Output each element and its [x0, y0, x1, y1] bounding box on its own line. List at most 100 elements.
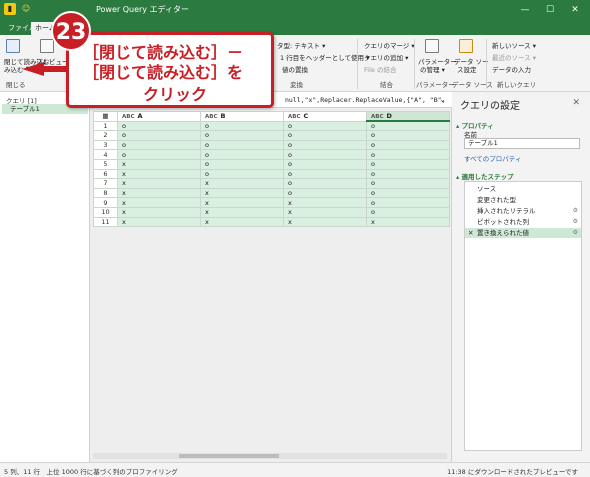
grid-cell[interactable]: o	[283, 158, 367, 170]
data-source-settings-icon[interactable]	[459, 39, 473, 53]
combine-files[interactable]: File の結合	[364, 64, 396, 74]
grid-cell[interactable]: o	[200, 139, 284, 151]
grid-cell[interactable]: o	[283, 187, 367, 199]
gear-icon[interactable]: ⚙	[573, 206, 578, 216]
query-name-input[interactable]: テーブル1	[464, 138, 580, 149]
grid-cell[interactable]: o	[117, 130, 201, 141]
grid-cell[interactable]: x	[117, 197, 201, 208]
grid-cell[interactable]: o	[200, 149, 284, 160]
grid-cell[interactable]: o	[366, 168, 450, 180]
grid-cell[interactable]: o	[366, 149, 450, 160]
close-and-load-icon[interactable]	[6, 39, 20, 53]
grid-cell[interactable]: o	[366, 130, 450, 141]
grid-cell[interactable]: o	[200, 120, 284, 132]
scrollbar-thumb[interactable]	[179, 454, 279, 458]
manage-parameters-icon[interactable]	[425, 39, 439, 53]
grid-cell[interactable]: x	[200, 216, 284, 228]
use-first-row-as-headers[interactable]: 1 行目をヘッダーとして使用 ▾	[280, 52, 369, 62]
expand-formula-icon[interactable]: ⌄	[439, 95, 446, 104]
grid-cell[interactable]: o	[283, 178, 367, 189]
grid-cell[interactable]: x	[283, 216, 367, 228]
formula-text[interactable]: null,"x",Replacer.ReplaceValue,{"A", "B"…	[285, 96, 445, 104]
grid-cell[interactable]: x	[283, 206, 367, 218]
grid-cell[interactable]: o	[366, 139, 450, 151]
table-row[interactable]: 9xxxo	[93, 197, 450, 208]
gear-icon[interactable]: ⚙	[573, 217, 578, 227]
table-row[interactable]: 8xxoo	[93, 187, 450, 199]
maximize-button[interactable]: ☐	[542, 3, 558, 17]
grid-cell[interactable]: o	[117, 139, 201, 151]
new-source[interactable]: 新しいソース ▾	[492, 40, 536, 50]
column-header-c[interactable]: ABC C	[283, 111, 367, 122]
column-header-d[interactable]: ABC D	[366, 111, 450, 123]
table-row[interactable]: 5xooo	[93, 158, 450, 170]
append-queries[interactable]: クエリの追加 ▾	[364, 52, 408, 62]
column-header-a[interactable]: ABC A	[117, 111, 201, 122]
grid-cell[interactable]: o	[366, 178, 450, 189]
grid-cell[interactable]: o	[283, 130, 367, 141]
table-row[interactable]: 7xxoo	[93, 178, 450, 189]
grid-cell[interactable]: o	[366, 120, 450, 132]
grid-cell[interactable]: o	[283, 149, 367, 160]
grid-cell[interactable]: x	[200, 206, 284, 218]
grid-cell[interactable]: x	[200, 197, 284, 208]
applied-steps-header[interactable]: ▴ 適用したステップ	[456, 171, 514, 181]
grid-cell[interactable]: x	[366, 216, 450, 228]
grid-cell[interactable]: o	[200, 168, 284, 180]
table-row[interactable]: 6xooo	[93, 168, 450, 180]
all-properties-link[interactable]: すべてのプロパティ	[464, 153, 521, 163]
manage-parameters-label-2[interactable]: の管理 ▾	[420, 64, 445, 74]
replace-values[interactable]: 値の置換	[282, 64, 308, 74]
grid-cell[interactable]: o	[283, 168, 367, 180]
step-item[interactable]: ソース	[465, 184, 581, 194]
grid-cell[interactable]: x	[283, 197, 367, 208]
grid-cell[interactable]: x	[117, 187, 201, 199]
table-row[interactable]: 2oooo	[93, 130, 450, 141]
table-row[interactable]: 10 x x x o	[93, 206, 450, 218]
grid-cell[interactable]: o	[117, 149, 201, 160]
grid-cell[interactable]: o	[200, 130, 284, 141]
grid-cell[interactable]: o	[366, 197, 450, 208]
step-item[interactable]: 挿入されたリテラル ⚙	[465, 206, 581, 216]
text-type-icon[interactable]: ABC	[122, 114, 135, 120]
text-type-icon[interactable]: ABC	[288, 114, 301, 120]
text-type-icon[interactable]: ABC	[371, 114, 384, 119]
smiley-feedback-icon[interactable]: ☺	[20, 3, 32, 15]
grid-cell[interactable]: o	[117, 120, 201, 132]
close-load-label-2[interactable]: み込む	[4, 64, 24, 74]
close-settings-icon[interactable]: ✕	[572, 98, 580, 108]
step-item[interactable]: 変更された型	[465, 195, 581, 205]
grid-cell[interactable]: x	[117, 158, 201, 170]
grid-cell[interactable]: x	[200, 178, 284, 189]
data-source-settings-label-2[interactable]: ス設定	[457, 64, 477, 74]
text-type-icon[interactable]: ABC	[205, 114, 218, 120]
grid-cell[interactable]: o	[366, 187, 450, 199]
step-item-selected[interactable]: ✕ 置き換えられた値 ⚙	[465, 228, 581, 238]
grid-cell[interactable]: o	[283, 139, 367, 151]
grid-cell[interactable]: o	[366, 206, 450, 218]
grid-cell[interactable]: x	[117, 216, 201, 228]
table-menu-icon[interactable]: ▦	[93, 111, 118, 122]
close-window-button[interactable]: ✕	[567, 3, 583, 17]
table-row[interactable]: 1oooo	[93, 120, 450, 132]
grid-cell[interactable]: x	[117, 178, 201, 189]
merge-queries[interactable]: クエリのマージ ▾	[364, 40, 415, 50]
data-type-dropdown[interactable]: タ型: テキスト ▾	[277, 40, 325, 50]
enter-data[interactable]: データの入力	[492, 64, 531, 74]
table-row[interactable]: 4oooo	[93, 149, 450, 160]
grid-cell[interactable]: o	[283, 120, 367, 132]
grid-cell[interactable]: x	[117, 206, 201, 218]
horizontal-scrollbar[interactable]	[93, 453, 447, 459]
grid-cell[interactable]: x	[117, 168, 201, 180]
grid-cell[interactable]: x	[200, 187, 284, 199]
table-row[interactable]: 11 x x x x	[93, 216, 450, 228]
preview-refresh-icon[interactable]	[40, 39, 54, 53]
gear-icon[interactable]: ⚙	[573, 228, 578, 238]
grid-cell[interactable]: o	[200, 158, 284, 170]
recent-sources[interactable]: 最近のソース ▾	[492, 52, 536, 62]
grid-cell[interactable]: o	[366, 158, 450, 170]
column-header-b[interactable]: ABC B	[200, 111, 284, 122]
table-row[interactable]: 3oooo	[93, 139, 450, 151]
delete-step-icon[interactable]: ✕	[468, 228, 473, 238]
step-item[interactable]: ピボットされた列 ⚙	[465, 217, 581, 227]
